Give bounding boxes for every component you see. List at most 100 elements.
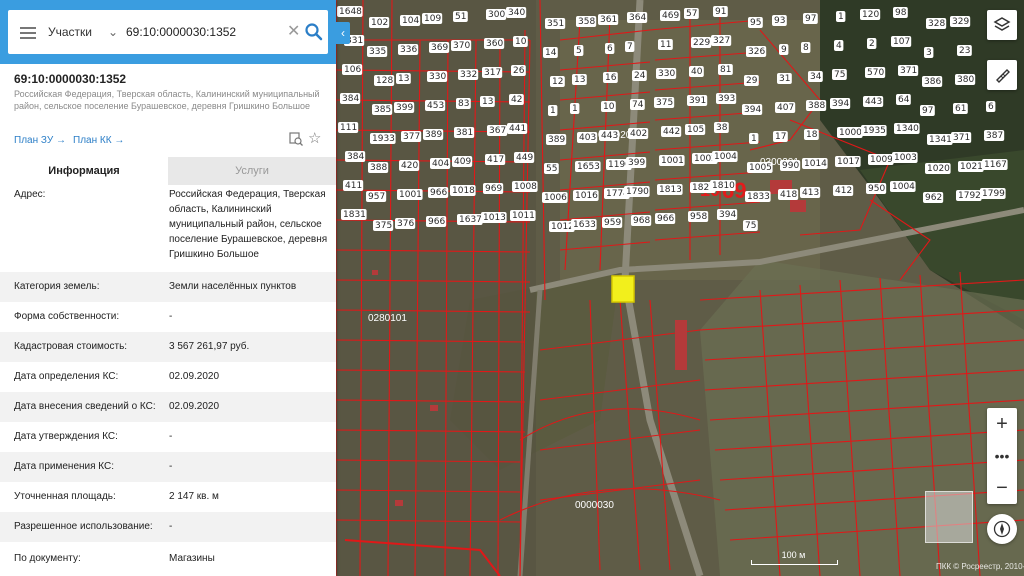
parcel-number-label[interactable]: 399 bbox=[396, 103, 413, 113]
parcel-number-label[interactable]: 1001 bbox=[399, 190, 422, 200]
parcel-number-label[interactable]: 409 bbox=[454, 157, 471, 167]
parcel-number-label[interactable]: 1831 bbox=[343, 210, 366, 220]
parcel-number-label[interactable]: 13 bbox=[574, 75, 585, 85]
parcel-number-label[interactable]: 1000 bbox=[839, 128, 862, 138]
parcel-number-label[interactable]: 389 bbox=[548, 135, 565, 145]
clear-icon[interactable]: ✕ bbox=[287, 22, 300, 42]
parcel-number-label[interactable]: 18 bbox=[806, 130, 818, 140]
tab-info[interactable]: Информация bbox=[0, 157, 168, 187]
parcel-number-label[interactable]: 330 bbox=[429, 72, 446, 82]
parcel-number-label[interactable]: 12 bbox=[552, 77, 563, 87]
parcel-number-label[interactable]: 402 bbox=[630, 129, 647, 139]
parcel-number-label[interactable]: 38 bbox=[716, 123, 728, 133]
parcel-number-label[interactable]: 1813 bbox=[659, 185, 682, 195]
parcel-number-label[interactable]: 5 bbox=[576, 46, 582, 56]
parcel-number-label[interactable]: 404 bbox=[432, 159, 449, 169]
parcel-number-label[interactable]: 102 bbox=[371, 18, 388, 28]
parcel-number-label[interactable]: 97 bbox=[805, 14, 816, 24]
parcel-number-label[interactable]: 1340 bbox=[896, 124, 919, 134]
parcel-number-label[interactable]: 371 bbox=[900, 66, 917, 76]
parcel-number-label[interactable]: 375 bbox=[656, 98, 673, 108]
parcel-number-label[interactable]: 393 bbox=[718, 94, 735, 104]
parcel-number-label[interactable]: 968 bbox=[633, 216, 650, 226]
parcel-number-label[interactable]: 417 bbox=[487, 155, 504, 165]
parcel-number-label[interactable]: 384 bbox=[342, 94, 359, 104]
parcel-number-label[interactable]: 75 bbox=[834, 70, 845, 80]
parcel-number-label[interactable]: 403 bbox=[579, 133, 596, 143]
parcel-number-label[interactable]: 74 bbox=[632, 100, 644, 110]
parcel-number-label[interactable]: 469 bbox=[662, 11, 679, 21]
star-icon[interactable]: ☆ bbox=[308, 129, 321, 147]
parcel-number-label[interactable]: 358 bbox=[578, 17, 595, 27]
parcel-number-label[interactable]: 6 bbox=[988, 102, 994, 112]
copy-icon[interactable] bbox=[289, 132, 303, 146]
parcel-number-label[interactable]: 1790 bbox=[626, 187, 649, 197]
parcel-number-label[interactable]: 371 bbox=[953, 133, 970, 143]
parcel-number-label[interactable]: 394 bbox=[832, 99, 849, 109]
parcel-number-label[interactable]: 449 bbox=[516, 153, 533, 163]
parcel-number-label[interactable]: 1 bbox=[550, 106, 556, 116]
parcel-number-label[interactable]: 375 bbox=[375, 221, 392, 231]
plan-zu-link[interactable]: План ЗУ → bbox=[14, 135, 66, 146]
parcel-number-label[interactable]: 42 bbox=[511, 95, 522, 105]
parcel-number-label[interactable]: 1 bbox=[751, 134, 757, 144]
parcel-number-label[interactable]: 443 bbox=[865, 97, 882, 107]
parcel-number-label[interactable]: 370 bbox=[453, 41, 470, 51]
parcel-number-label[interactable]: 1653 bbox=[577, 162, 600, 172]
parcel-number-label[interactable]: 329 bbox=[952, 17, 969, 27]
parcel-number-label[interactable]: 364 bbox=[629, 13, 646, 23]
parcel-number-label[interactable]: 9 bbox=[781, 45, 787, 55]
parcel-number-label[interactable]: 380 bbox=[957, 75, 974, 85]
parcel-number-label[interactable]: 4 bbox=[836, 41, 842, 51]
parcel-number-label[interactable]: 386 bbox=[924, 77, 941, 87]
parcel-number-label[interactable]: 394 bbox=[744, 105, 761, 115]
parcel-number-label[interactable]: 111 bbox=[340, 123, 357, 133]
parcel-number-label[interactable]: 330 bbox=[658, 69, 675, 79]
parcel-number-label[interactable]: 351 bbox=[547, 19, 564, 29]
parcel-number-label[interactable]: 327 bbox=[713, 36, 730, 46]
parcel-number-label[interactable]: 443 bbox=[601, 131, 618, 141]
parcel-number-label[interactable]: 1833 bbox=[747, 192, 770, 202]
parcel-number-label[interactable]: 384 bbox=[347, 152, 364, 162]
parcel-number-label[interactable]: 8 bbox=[803, 43, 809, 53]
parcel-number-label[interactable]: 1810 bbox=[712, 181, 735, 191]
parcel-number-label[interactable]: 83 bbox=[458, 99, 469, 109]
parcel-number-label[interactable]: 442 bbox=[663, 127, 680, 137]
parcel-number-label[interactable]: 1011 bbox=[512, 211, 535, 221]
parcel-number-label[interactable]: 1792 bbox=[958, 191, 981, 201]
map-view[interactable]: 10 69 0280101 0300201 0300201 0000030 16… bbox=[336, 0, 1024, 576]
parcel-number-label[interactable]: 40 bbox=[691, 67, 703, 77]
parcel-number-label[interactable]: 300 bbox=[488, 10, 505, 20]
parcel-number-label[interactable]: 453 bbox=[427, 101, 444, 111]
parcel-number-label[interactable]: 1 bbox=[838, 12, 844, 22]
parcel-number-label[interactable]: 966 bbox=[430, 188, 447, 198]
parcel-number-label[interactable]: 1003 bbox=[894, 153, 917, 163]
tab-services[interactable]: Услуги bbox=[168, 157, 336, 185]
parcel-number-label[interactable]: 11 bbox=[660, 40, 671, 50]
parcel-number-label[interactable]: 391 bbox=[689, 96, 706, 106]
ruler-button[interactable] bbox=[987, 60, 1017, 90]
parcel-number-label[interactable]: 7 bbox=[627, 42, 633, 52]
parcel-number-label[interactable]: 93 bbox=[774, 16, 785, 26]
layers-button[interactable] bbox=[987, 10, 1017, 40]
parcel-number-label[interactable]: 98 bbox=[895, 8, 907, 18]
parcel-number-label[interactable]: 336 bbox=[400, 45, 417, 55]
parcel-number-label[interactable]: 6 bbox=[607, 44, 613, 54]
parcel-number-label[interactable]: 1637 bbox=[459, 215, 482, 225]
parcel-number-label[interactable]: 14 bbox=[545, 48, 557, 58]
parcel-number-label[interactable]: 120 bbox=[862, 10, 879, 20]
compass-button[interactable] bbox=[987, 514, 1017, 544]
parcel-number-label[interactable]: 229 bbox=[693, 38, 710, 48]
search-icon[interactable] bbox=[304, 22, 324, 42]
parcel-number-label[interactable]: 1935 bbox=[863, 126, 886, 136]
parcel-number-label[interactable]: 75 bbox=[745, 221, 756, 231]
parcel-number-label[interactable]: 55 bbox=[546, 164, 557, 174]
parcel-number-label[interactable]: 51 bbox=[455, 12, 466, 22]
parcel-number-label[interactable]: 13 bbox=[482, 97, 493, 107]
parcel-number-label[interactable]: 1004 bbox=[714, 152, 737, 162]
parcel-number-label[interactable]: 105 bbox=[687, 125, 704, 135]
plan-kk-link[interactable]: План КК → bbox=[73, 135, 124, 146]
parcel-number-label[interactable]: 335 bbox=[369, 47, 386, 57]
parcel-number-label[interactable]: 24 bbox=[634, 71, 646, 81]
parcel-number-label[interactable]: 1341 bbox=[929, 135, 952, 145]
